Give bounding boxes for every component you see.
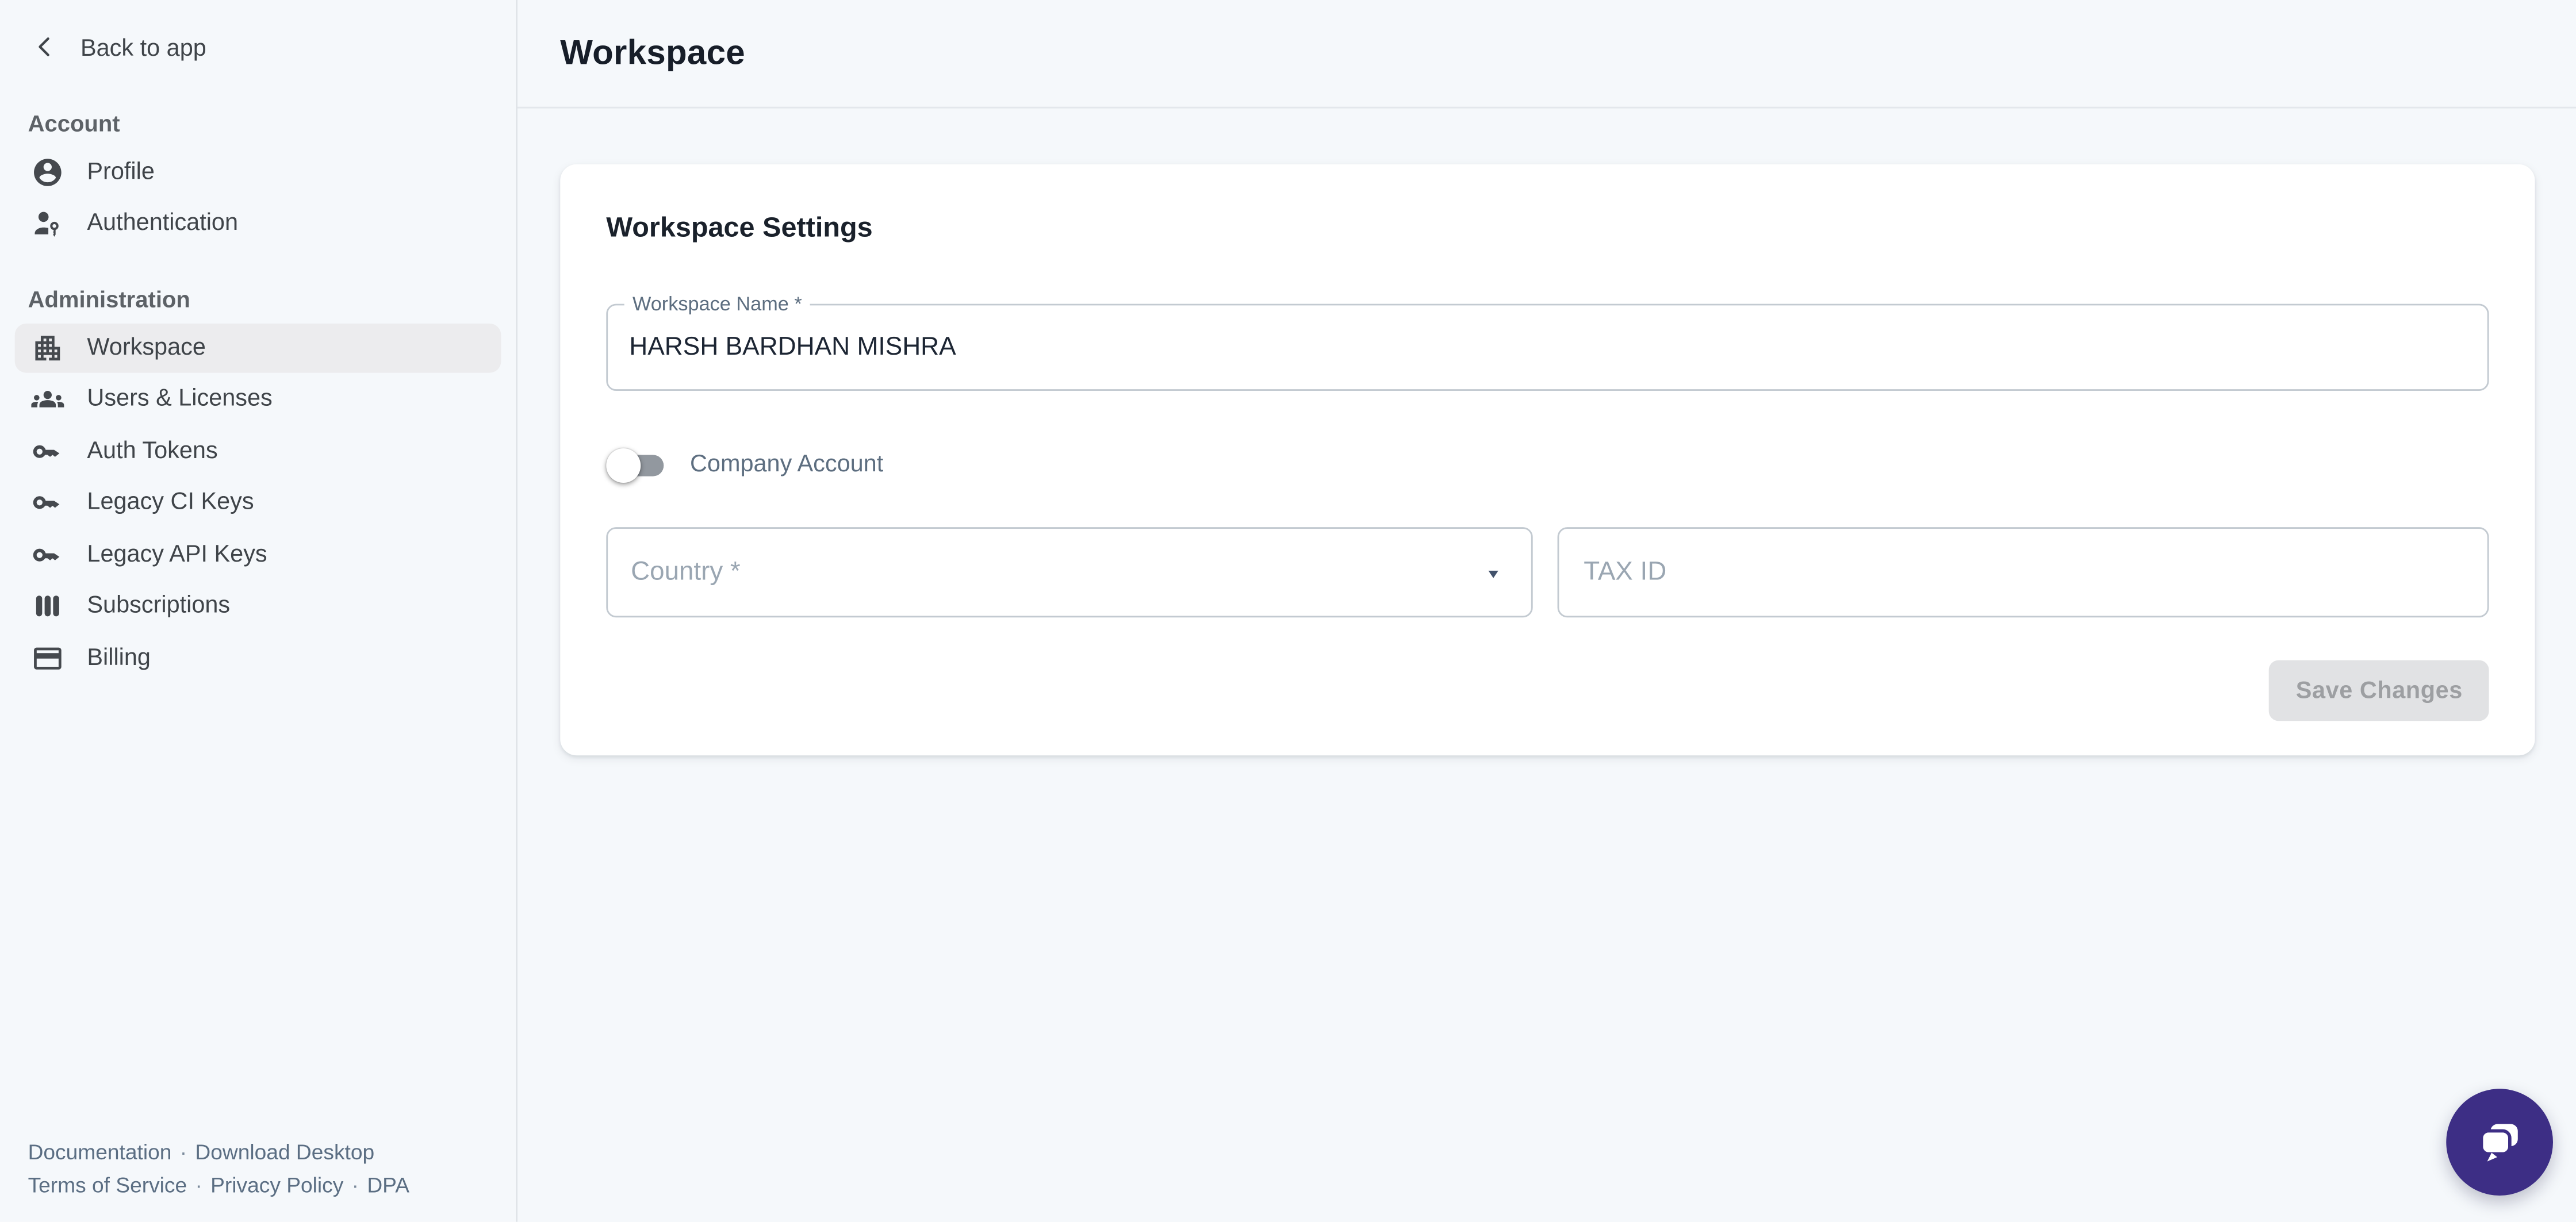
chat-widget-button[interactable] xyxy=(2446,1089,2553,1196)
credit-card-icon xyxy=(31,641,64,674)
workspace-name-label: Workspace Name * xyxy=(624,294,810,315)
company-account-row: Company Account xyxy=(606,433,2489,496)
footer-separator: · xyxy=(352,1172,359,1197)
company-account-toggle[interactable] xyxy=(606,448,667,482)
sidebar-item-users-licenses[interactable]: Users & Licenses xyxy=(15,375,501,424)
workspace-settings-card: Workspace Settings Workspace Name * Comp… xyxy=(560,164,2535,756)
key-icon xyxy=(31,486,64,519)
footer-row-1: Documentation · Download Desktop xyxy=(28,1136,409,1169)
settings-sidebar: Back to app Account Profile Authenticati… xyxy=(0,0,518,1222)
key-icon xyxy=(31,538,64,571)
sidebar-footer: Documentation · Download Desktop Terms of … xyxy=(28,1136,409,1200)
country-select-placeholder: Country * xyxy=(631,558,1478,587)
dpa-link[interactable]: DPA xyxy=(367,1172,409,1197)
privacy-policy-link[interactable]: Privacy Policy xyxy=(210,1172,343,1197)
terms-of-service-link[interactable]: Terms of Service xyxy=(28,1172,187,1197)
sidebar-item-authentication[interactable]: Authentication xyxy=(15,199,501,248)
sidebar-item-profile[interactable]: Profile xyxy=(15,148,501,196)
chat-bubbles-icon xyxy=(2474,1117,2525,1168)
workspace-name-field: Workspace Name * xyxy=(606,304,2489,391)
key-icon xyxy=(31,435,64,467)
sidebar-item-legacy-ci-keys[interactable]: Legacy CI Keys xyxy=(15,479,501,527)
back-to-app-button[interactable]: Back to app xyxy=(0,0,516,71)
footer-separator: · xyxy=(195,1172,202,1197)
sidebar-item-workspace[interactable]: Workspace xyxy=(15,324,501,372)
section-header-account: Account xyxy=(0,110,516,138)
sidebar-item-label: Workspace xyxy=(87,335,205,361)
sidebar-item-auth-tokens[interactable]: Auth Tokens xyxy=(15,427,501,475)
documentation-link[interactable]: Documentation xyxy=(28,1140,172,1165)
sidebar-item-label: Authentication xyxy=(87,210,238,237)
sidebar-item-subscriptions[interactable]: Subscriptions xyxy=(15,582,501,631)
chevron-left-icon xyxy=(31,32,59,67)
save-button[interactable]: Save Changes xyxy=(2270,660,2489,721)
footer-row-2: Terms of Service · Privacy Policy · DPA xyxy=(28,1169,409,1201)
workspace-name-input[interactable] xyxy=(608,305,2487,389)
sidebar-item-label: Legacy CI Keys xyxy=(87,490,254,516)
section-header-administration: Administration xyxy=(0,286,516,314)
groups-icon xyxy=(31,383,64,416)
account-circle-icon xyxy=(31,156,64,189)
toggle-thumb xyxy=(606,448,641,482)
sidebar-item-label: Legacy API Keys xyxy=(87,541,267,568)
footer-separator: · xyxy=(180,1140,187,1165)
bars-icon xyxy=(31,590,64,622)
back-to-app-label: Back to app xyxy=(80,36,206,63)
sidebar-item-label: Profile xyxy=(87,159,154,185)
tax-id-input[interactable] xyxy=(1559,529,2487,616)
company-account-label: Company Account xyxy=(690,452,883,478)
sidebar-item-label: Subscriptions xyxy=(87,593,230,620)
chevron-down-icon xyxy=(1478,558,1508,587)
app-root: Back to app Account Profile Authenticati… xyxy=(0,0,2576,1222)
download-desktop-link[interactable]: Download Desktop xyxy=(195,1140,374,1165)
sidebar-item-label: Billing xyxy=(87,645,151,671)
main-area: Workspace Workspace Settings Workspace N… xyxy=(518,0,2576,1222)
sidebar-item-label: Users & Licenses xyxy=(87,386,272,413)
page-title: Workspace xyxy=(560,34,745,74)
country-tax-row: Country * xyxy=(606,527,2489,617)
page-header: Workspace xyxy=(518,0,2576,109)
content-area: Workspace Settings Workspace Name * Comp… xyxy=(518,109,2576,756)
sidebar-item-billing[interactable]: Billing xyxy=(15,634,501,682)
tax-id-field xyxy=(1558,527,2489,617)
person-key-icon xyxy=(31,207,64,240)
sidebar-item-label: Auth Tokens xyxy=(87,438,217,464)
card-actions: Save Changes xyxy=(606,660,2489,721)
card-title: Workspace Settings xyxy=(606,212,2489,245)
building-icon xyxy=(31,331,64,364)
country-select[interactable]: Country * xyxy=(606,527,1532,617)
sidebar-item-legacy-api-keys[interactable]: Legacy API Keys xyxy=(15,531,501,579)
